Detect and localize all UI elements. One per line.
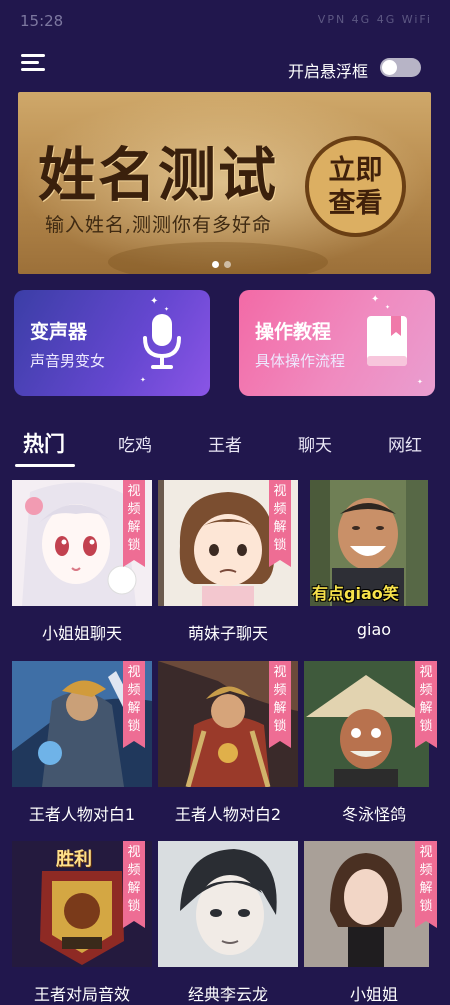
status-time: 15:28 xyxy=(20,12,64,30)
card-thumbnail xyxy=(304,661,429,787)
banner-cta-line1: 立即 xyxy=(328,154,383,186)
video-unlock-badge: 视频解锁 xyxy=(415,661,437,748)
tab-pubg[interactable]: 吃鸡 xyxy=(118,431,152,456)
banner-cta-line2: 查看 xyxy=(328,187,383,219)
tab-hot[interactable]: 热门 xyxy=(23,428,65,458)
card-title: giao xyxy=(356,620,392,639)
card-title: 冬泳怪鸽 xyxy=(341,805,406,824)
banner-subtitle: 输入姓名,测测你有多好命 xyxy=(45,214,273,236)
young-woman-photo xyxy=(304,841,429,967)
book-icon xyxy=(367,316,407,366)
float-window-label: 开启悬浮框 xyxy=(288,62,369,81)
video-unlock-badge: 视频解锁 xyxy=(269,480,291,567)
menu-icon[interactable] xyxy=(21,54,45,72)
card-title: 小姐姐聊天 xyxy=(41,624,122,643)
card-title: 王者对局音效 xyxy=(33,985,130,1004)
active-tab-indicator xyxy=(15,464,75,467)
tutorial-card[interactable]: ✦ ✦ ✦ 操作教程 具体操作流程 xyxy=(239,290,435,396)
tutorial-title: 操作教程 xyxy=(255,321,332,343)
banner-dot[interactable] xyxy=(224,261,231,268)
voice-changer-title: 变声器 xyxy=(30,321,88,343)
banner-view-now-button[interactable]: 立即 查看 xyxy=(305,136,406,237)
tab-honor-of-kings[interactable]: 王者 xyxy=(208,431,242,456)
video-unlock-badge: 视频解锁 xyxy=(269,661,291,748)
card-thumbnail xyxy=(158,841,298,967)
card-title: 经典李云龙 xyxy=(187,985,268,1004)
banner-title: 姓名测试 xyxy=(38,141,279,209)
anime-man-image xyxy=(158,841,298,967)
status-bar: 15:28 VPN 4G 4G WiFi xyxy=(0,0,450,36)
banner-pagination xyxy=(212,253,236,272)
tab-chat[interactable]: 聊天 xyxy=(298,431,332,456)
card-title: 王者人物对白2 xyxy=(174,805,282,824)
banner-dot[interactable] xyxy=(212,261,219,268)
card-thumbnail: 有点giao笑 xyxy=(310,480,428,606)
voice-changer-card[interactable]: ✦ ✦ ✦ 变声器 声音男变女 xyxy=(14,290,210,396)
name-test-banner[interactable]: 姓名测试 输入姓名,测测你有多好命 立即 查看 xyxy=(18,92,431,274)
card-title: 小姐姐 xyxy=(349,985,398,1004)
float-window-toggle[interactable] xyxy=(380,58,421,77)
voice-changer-subtitle: 声音男变女 xyxy=(30,352,106,370)
card-title: 萌妹子聊天 xyxy=(187,624,268,643)
video-unlock-badge: 视频解锁 xyxy=(123,841,145,928)
toggle-knob xyxy=(382,60,397,75)
video-unlock-badge: 视频解锁 xyxy=(415,841,437,928)
category-tabs: 热门 吃鸡 王者 聊天 网红 xyxy=(0,424,450,468)
video-unlock-badge: 视频解锁 xyxy=(123,480,145,567)
straw-hat-man-image xyxy=(304,661,429,787)
card-thumbnail xyxy=(304,841,429,967)
tab-influencer[interactable]: 网红 xyxy=(388,431,422,456)
card-overlay-caption: 有点giao笑 xyxy=(312,584,399,603)
card-overlay-caption: 胜利 xyxy=(56,849,92,870)
tutorial-subtitle: 具体操作流程 xyxy=(255,352,346,370)
microphone-icon xyxy=(143,314,181,369)
video-unlock-badge: 视频解锁 xyxy=(123,661,145,748)
status-indicators: VPN 4G 4G WiFi xyxy=(317,13,432,26)
card-title: 王者人物对白1 xyxy=(28,805,136,824)
